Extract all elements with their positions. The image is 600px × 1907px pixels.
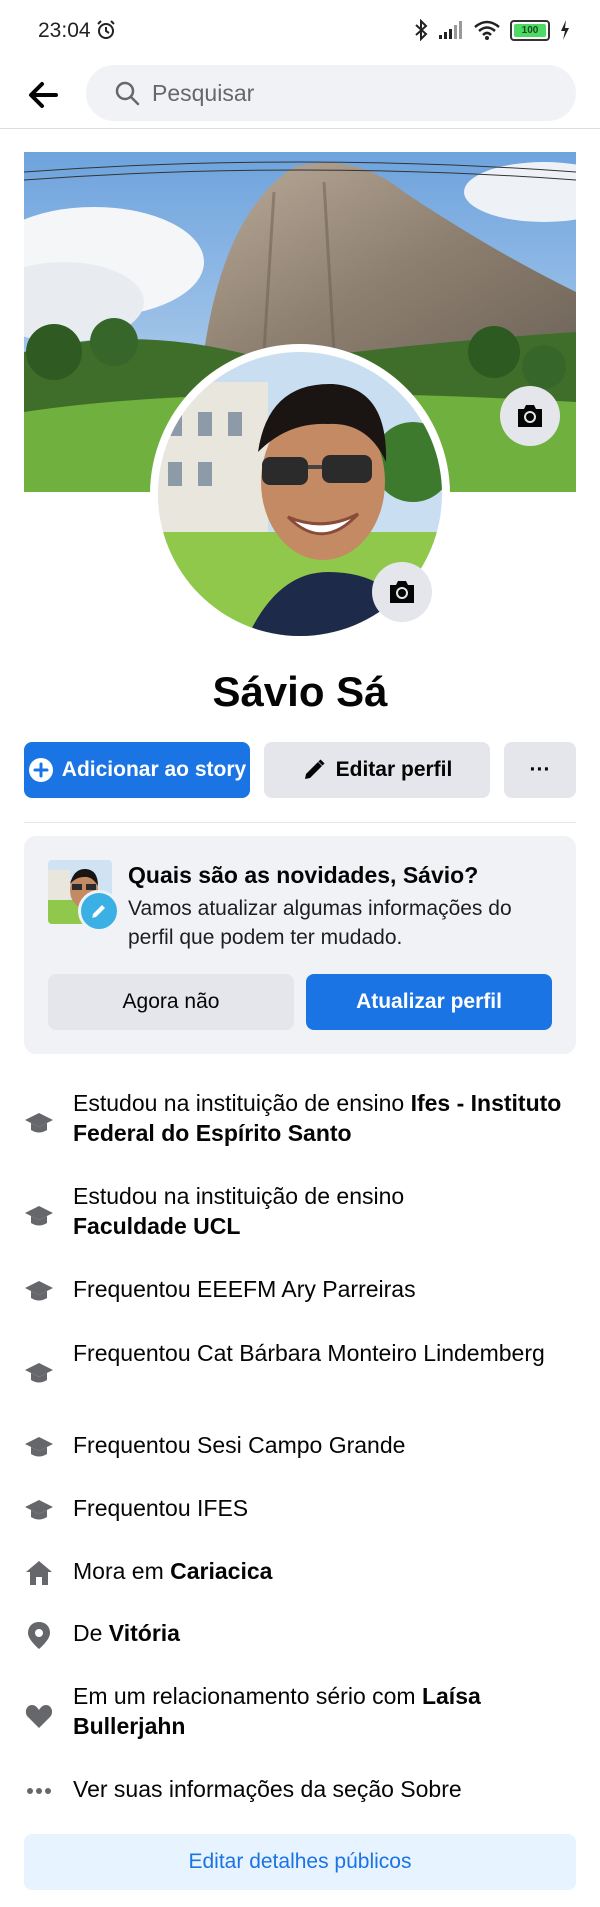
detail-text: Frequentou Sesi Campo Grande bbox=[73, 1432, 406, 1458]
pencil-icon bbox=[304, 759, 325, 779]
home-icon bbox=[26, 1561, 52, 1585]
edit-badge bbox=[78, 890, 120, 932]
top-search-bar: Pesquisar bbox=[0, 62, 600, 129]
charging-icon bbox=[561, 20, 569, 40]
more-options-icon: ··· bbox=[529, 758, 551, 781]
divider bbox=[24, 822, 576, 823]
detail-text: Em um relacionamento sério com Laísa Bul… bbox=[73, 1683, 481, 1739]
signal-icon bbox=[439, 21, 462, 39]
detail-text: Frequentou Cat Bárbara Monteiro Lindembe… bbox=[73, 1340, 545, 1366]
cover-camera-button[interactable] bbox=[500, 386, 560, 446]
graduation-cap-icon bbox=[25, 1363, 53, 1383]
profile-picture[interactable] bbox=[150, 344, 450, 644]
edit-public-details-label: Editar detalhes públicos bbox=[188, 1850, 412, 1873]
detail-text: Mora em Cariacica bbox=[73, 1558, 273, 1584]
card-description: Vamos atualizar algumas informações do p… bbox=[128, 897, 512, 949]
graduation-cap-icon bbox=[25, 1113, 53, 1133]
not-now-button[interactable]: Agora não bbox=[48, 974, 294, 1030]
camera-icon bbox=[518, 405, 542, 427]
search-icon bbox=[115, 81, 140, 106]
update-profile-button[interactable]: Atualizar perfil bbox=[306, 974, 552, 1030]
graduation-cap-icon bbox=[25, 1281, 53, 1301]
detail-text: Estudou na instituição de ensino Ifes - … bbox=[73, 1090, 562, 1146]
edit-public-details-button[interactable]: Editar detalhes públicos bbox=[24, 1834, 576, 1890]
location-pin-icon bbox=[28, 1622, 50, 1649]
search-input[interactable]: Pesquisar bbox=[86, 65, 576, 121]
status-icons: 100 bbox=[414, 18, 570, 42]
edit-profile-button[interactable]: Editar perfil bbox=[264, 742, 490, 798]
add-to-story-button[interactable]: Adicionar ao story bbox=[24, 742, 250, 798]
detail-text: Ver suas informações da seção Sobre bbox=[73, 1776, 462, 1802]
detail-text: Frequentou EEEFM Ary Parreiras bbox=[73, 1276, 416, 1302]
detail-text: Frequentou IFES bbox=[73, 1495, 249, 1521]
profile-name: Sávio Sá bbox=[212, 668, 388, 715]
card-title: Quais são as novidades, Sávio? bbox=[128, 862, 479, 888]
bluetooth-icon bbox=[415, 19, 428, 41]
detail-text: Estudou na instituição de ensino Faculda… bbox=[73, 1183, 405, 1239]
search-placeholder: Pesquisar bbox=[152, 80, 255, 106]
pencil-icon bbox=[92, 905, 105, 918]
plus-circle-icon bbox=[28, 758, 53, 782]
status-bar: 23:04 100 bbox=[0, 0, 600, 62]
alarm-icon bbox=[97, 20, 115, 39]
graduation-cap-icon bbox=[25, 1500, 53, 1520]
status-time: 23:04 bbox=[38, 19, 91, 42]
more-options-button[interactable]: ··· bbox=[504, 742, 576, 798]
detail-text: De Vitória bbox=[73, 1620, 180, 1646]
heart-icon bbox=[25, 1705, 53, 1728]
battery-level: 100 bbox=[521, 24, 539, 36]
wifi-icon bbox=[474, 20, 500, 40]
update-profile-label: Atualizar perfil bbox=[356, 990, 502, 1013]
edit-profile-label: Editar perfil bbox=[335, 758, 453, 781]
camera-icon bbox=[390, 581, 414, 603]
more-horizontal-icon bbox=[27, 1788, 51, 1794]
profile-update-card: Quais são as novidades, Sávio? Vamos atu… bbox=[24, 836, 576, 1054]
profile-actions: Adicionar ao story Editar perfil ··· bbox=[24, 742, 576, 798]
add-to-story-label: Adicionar ao story bbox=[61, 758, 247, 781]
graduation-cap-icon bbox=[25, 1206, 53, 1226]
back-arrow-icon[interactable] bbox=[26, 78, 60, 112]
not-now-label: Agora não bbox=[122, 990, 220, 1013]
graduation-cap-icon bbox=[25, 1437, 53, 1457]
battery-icon: 100 bbox=[510, 19, 550, 41]
avatar-camera-button[interactable] bbox=[372, 562, 432, 622]
